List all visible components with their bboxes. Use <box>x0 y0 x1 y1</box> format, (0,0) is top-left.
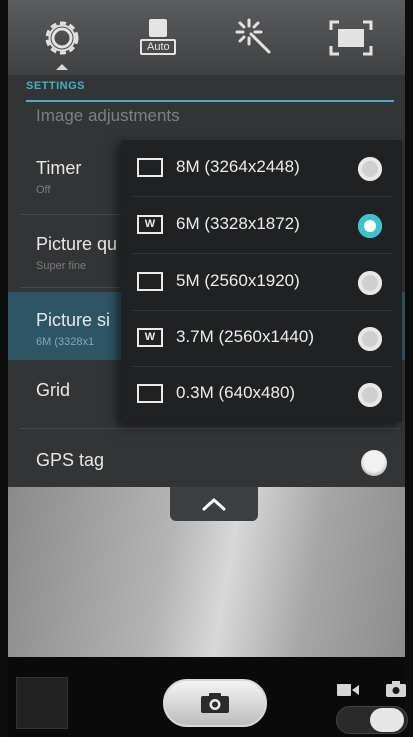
settings-button[interactable] <box>32 8 92 68</box>
ghost-setting-label: Image adjustments <box>36 106 180 125</box>
size-option-6m[interactable]: W 6M (3328x1872) <box>121 197 402 253</box>
section-divider <box>26 100 394 102</box>
size-option-5m[interactable]: 5M (2560x1920) <box>121 254 402 310</box>
magic-wand-icon <box>235 18 271 53</box>
camera-toolbar: Auto <box>8 0 405 75</box>
wide-aspect-icon: W <box>137 215 163 234</box>
gear-icon <box>45 21 79 54</box>
radio-button[interactable] <box>358 327 382 351</box>
photo-camera-icon <box>386 681 406 697</box>
size-option-0-3m[interactable]: 0.3M (640x480) <box>121 366 402 422</box>
row-divider <box>20 428 400 429</box>
shutter-button[interactable] <box>163 679 267 727</box>
setting-title: Picture qu <box>36 234 118 254</box>
setting-title: Grid <box>36 380 71 400</box>
aspect-4-3-icon <box>137 272 163 291</box>
size-option-label: 8M (3264x2448) <box>176 157 300 176</box>
auto-mode-icon: Auto <box>140 18 177 57</box>
picture-size-menu: 8M (3264x2448) W 6M (3328x1872) 5M (2560… <box>121 140 402 422</box>
size-option-label: 3.7M (2560x1440) <box>176 327 314 346</box>
setting-title: Timer <box>36 158 82 178</box>
setting-value: Off <box>36 184 51 196</box>
frame-icon <box>329 20 373 55</box>
size-option-label: 5M (2560x1920) <box>176 271 300 290</box>
size-option-label: 0.3M (640x480) <box>176 383 296 402</box>
collapse-settings-button[interactable] <box>170 487 258 521</box>
fullscreen-button[interactable] <box>321 8 381 68</box>
setting-title: Picture si <box>36 310 111 330</box>
size-option-label: 6M (3328x1872) <box>176 214 300 233</box>
gps-tag-toggle[interactable] <box>361 450 387 476</box>
radio-button[interactable] <box>358 383 382 407</box>
section-header: SETTINGS <box>26 80 86 92</box>
camera-icon <box>201 693 229 713</box>
size-option-8m[interactable]: 8M (3264x2448) <box>121 140 402 196</box>
video-camera-icon <box>337 684 359 696</box>
size-option-3-7m[interactable]: W 3.7M (2560x1440) <box>121 310 402 366</box>
auto-mode-label: Auto <box>140 38 177 55</box>
wide-aspect-icon: W <box>137 328 163 347</box>
chevron-up-icon <box>202 498 226 511</box>
aspect-4-3-icon <box>137 158 163 177</box>
setting-value: 6M (3328x1 <box>36 336 95 348</box>
gallery-thumbnail[interactable] <box>16 677 68 729</box>
aspect-4-3-icon <box>137 384 163 403</box>
setting-value: Super fine <box>36 260 87 272</box>
setting-title: GPS tag <box>36 450 105 470</box>
radio-button[interactable] <box>358 157 382 181</box>
radio-button-selected[interactable] <box>358 214 382 238</box>
effects-button[interactable] <box>225 8 285 68</box>
radio-button[interactable] <box>358 271 382 295</box>
camera-mode-knob[interactable] <box>370 708 404 732</box>
scene-mode-button[interactable]: Auto <box>128 8 188 68</box>
